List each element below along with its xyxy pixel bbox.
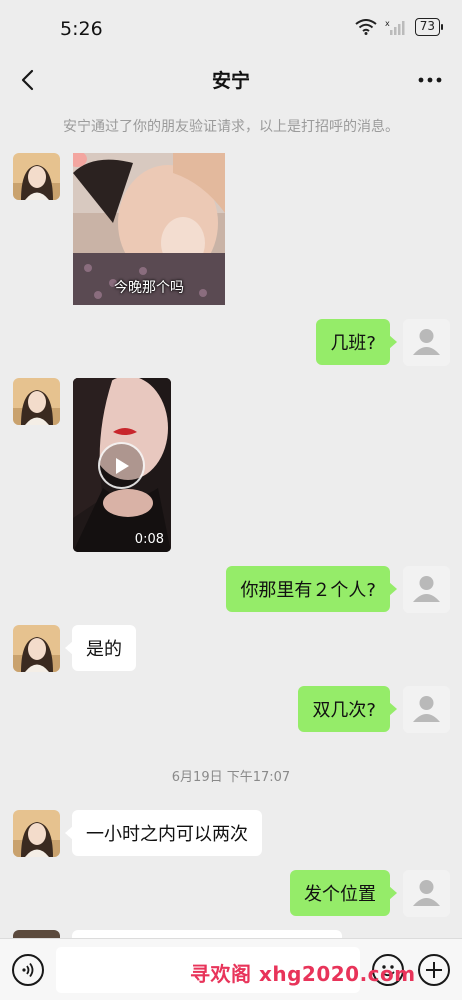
message-bubble-received[interactable]: 是的 (65, 625, 136, 671)
wifi-icon (355, 19, 377, 35)
contact-avatar[interactable] (13, 153, 60, 200)
message-bubble-sent[interactable]: 双几次? (298, 686, 397, 732)
my-avatar[interactable] (403, 319, 450, 366)
contact-avatar[interactable] (13, 378, 60, 425)
svg-text:x: x (385, 19, 390, 28)
chat-title: 安宁 (211, 70, 250, 92)
system-message: 安宁通过了你的朋友验证请求，以上是打招呼的消息。 (63, 119, 399, 135)
message-bubble-sent[interactable]: 发个位置 (290, 870, 397, 916)
status-icons: x 73 (355, 18, 444, 36)
my-avatar[interactable] (403, 686, 450, 733)
message-bubble-received[interactable]: 一小时之内可以两次 (65, 810, 262, 856)
contact-avatar[interactable] (13, 625, 60, 672)
play-button[interactable] (98, 442, 145, 489)
sticker-caption: 今晚那个吗 (114, 280, 184, 296)
plus-icon (426, 962, 442, 978)
contact-avatar[interactable] (13, 810, 60, 857)
voice-button[interactable] (12, 954, 44, 986)
more-button[interactable] (412, 62, 448, 98)
status-bar: 5:26 x 73 (0, 0, 462, 56)
battery-indicator: 73 (414, 18, 444, 36)
my-avatar[interactable] (403, 870, 450, 917)
more-dots-icon (418, 77, 442, 83)
message-bubble-received[interactable] (72, 930, 342, 938)
status-time: 5:26 (60, 18, 103, 40)
contact-avatar[interactable] (13, 930, 60, 938)
video-duration: 0:08 (134, 532, 164, 547)
play-icon (115, 457, 129, 474)
my-avatar[interactable] (403, 566, 450, 613)
message-bubble-sent[interactable]: 你那里有２个人? (226, 566, 397, 612)
voice-icon (22, 962, 34, 978)
video-message[interactable]: 0:08 (73, 378, 171, 552)
signal-icon: x (385, 19, 405, 35)
message-bubble-sent[interactable]: 几班? (316, 319, 397, 365)
message-timestamp: 6月19日 下午17:07 (171, 770, 291, 785)
chat-header: 安宁 (0, 56, 462, 104)
sticker-image[interactable]: 今晚那个吗 (73, 153, 225, 305)
watermark-text: 寻欢阁 xhg2020.com (190, 962, 416, 986)
plus-button[interactable] (418, 954, 450, 986)
